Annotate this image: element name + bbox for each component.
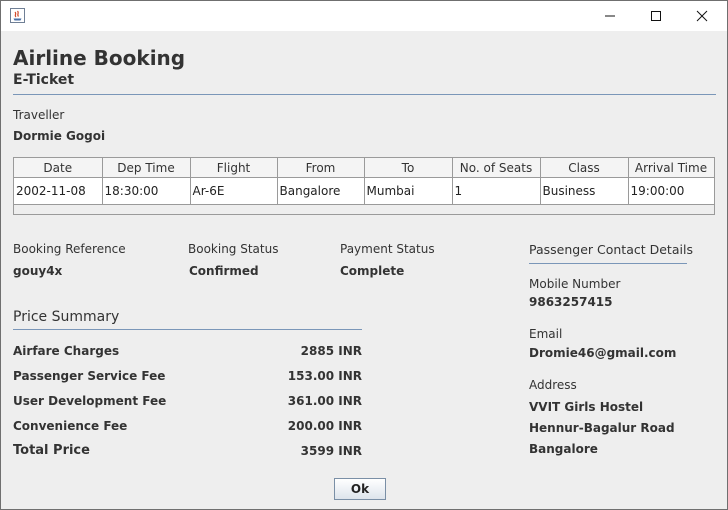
contact-divider bbox=[529, 263, 687, 264]
table-cell[interactable]: Ar-6E bbox=[190, 177, 278, 205]
email-value: Dromie46@gmail.com bbox=[529, 346, 677, 360]
column-header-from[interactable]: From bbox=[277, 158, 365, 178]
column-header-seats[interactable]: No. of Seats bbox=[452, 158, 541, 178]
dialog-content: Airline Booking E-Ticket Traveller Dormi… bbox=[1, 32, 727, 509]
booking-status-label: Booking Status bbox=[188, 242, 279, 256]
table-cell[interactable]: 19:00:00 bbox=[628, 177, 715, 205]
convenience-fee-label: Convenience Fee bbox=[13, 419, 128, 433]
maximize-button[interactable] bbox=[633, 1, 679, 31]
column-header-class[interactable]: Class bbox=[540, 158, 629, 178]
page-title: Airline Booking bbox=[13, 46, 186, 70]
airfare-value: 2885 INR bbox=[300, 344, 362, 358]
service-fee-label: Passenger Service Fee bbox=[13, 369, 166, 383]
convenience-fee-value: 200.00 INR bbox=[287, 419, 362, 433]
total-price-value: 3599 INR bbox=[300, 444, 362, 458]
java-app-icon bbox=[10, 8, 25, 23]
dialog-window: Airline Booking E-Ticket Traveller Dormi… bbox=[0, 0, 728, 510]
address-label: Address bbox=[529, 378, 577, 392]
close-button[interactable] bbox=[679, 1, 725, 31]
payment-status-label: Payment Status bbox=[340, 242, 435, 256]
minimize-icon bbox=[605, 15, 615, 17]
page-subtitle: E-Ticket bbox=[13, 72, 75, 88]
mobile-label: Mobile Number bbox=[529, 277, 621, 291]
development-fee-value: 361.00 INR bbox=[287, 394, 362, 408]
column-header-arrival-time[interactable]: Arrival Time bbox=[628, 158, 715, 178]
development-fee-label: User Development Fee bbox=[13, 394, 167, 408]
address-line: VVIT Girls Hostel bbox=[529, 400, 644, 414]
booking-status-value: Confirmed bbox=[189, 264, 259, 278]
column-header-dep-time[interactable]: Dep Time bbox=[102, 158, 191, 178]
email-label: Email bbox=[529, 327, 563, 341]
address-line: Hennur-Bagalur Road bbox=[529, 421, 675, 435]
title-bar[interactable] bbox=[1, 1, 727, 31]
table-cell[interactable]: Bangalore bbox=[277, 177, 365, 205]
traveller-label: Traveller bbox=[13, 108, 65, 122]
payment-status-value: Complete bbox=[340, 264, 405, 278]
column-header-to[interactable]: To bbox=[364, 158, 453, 178]
total-price-label: Total Price bbox=[13, 443, 90, 458]
ok-button[interactable]: Ok bbox=[334, 478, 386, 500]
table-cell[interactable]: 18:30:00 bbox=[102, 177, 191, 205]
booking-reference-label: Booking Reference bbox=[13, 242, 126, 256]
service-fee-value: 153.00 INR bbox=[287, 369, 362, 383]
price-summary-divider bbox=[13, 329, 362, 330]
table-header-row: Date Dep Time Flight From To No. of Seat… bbox=[14, 158, 715, 178]
address-line: Bangalore bbox=[529, 442, 598, 456]
price-summary-title: Price Summary bbox=[13, 309, 120, 325]
maximize-icon bbox=[651, 11, 661, 21]
table-cell[interactable]: Business bbox=[540, 177, 629, 205]
booking-reference-value: gouy4x bbox=[13, 264, 63, 278]
header-divider bbox=[13, 94, 716, 95]
column-header-flight[interactable]: Flight bbox=[190, 158, 278, 178]
flight-table: Date Dep Time Flight From To No. of Seat… bbox=[13, 157, 715, 215]
traveller-name: Dormie Gogoi bbox=[13, 129, 106, 143]
column-header-date[interactable]: Date bbox=[14, 158, 103, 178]
table-cell[interactable]: Mumbai bbox=[364, 177, 453, 205]
flight-grid: Date Dep Time Flight From To No. of Seat… bbox=[14, 158, 715, 205]
table-cell[interactable]: 1 bbox=[452, 177, 541, 205]
airfare-label: Airfare Charges bbox=[13, 344, 120, 358]
table-cell[interactable]: 2002-11-08 bbox=[14, 177, 103, 205]
mobile-value: 9863257415 bbox=[529, 295, 613, 309]
close-icon bbox=[696, 10, 708, 22]
minimize-button[interactable] bbox=[587, 1, 633, 31]
table-row[interactable]: 2002-11-08 18:30:00 Ar-6E Bangalore Mumb… bbox=[14, 177, 715, 205]
contact-title: Passenger Contact Details bbox=[529, 242, 693, 257]
